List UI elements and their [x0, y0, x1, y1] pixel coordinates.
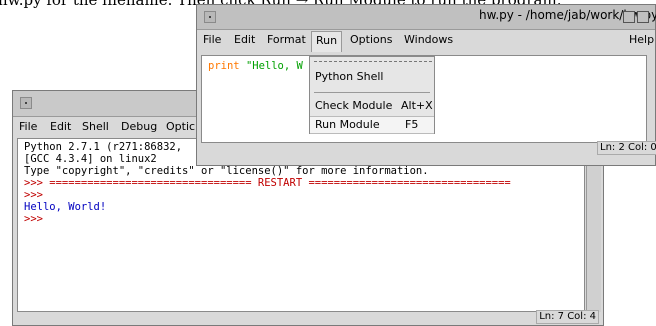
shell-status: Ln: 7 Col: 4	[536, 310, 599, 324]
menu-item-label: Python Shell	[315, 70, 384, 83]
shell-menu-shell[interactable]: Shell	[82, 120, 109, 133]
editor-menu-help[interactable]: Help	[629, 33, 654, 46]
editor-menu-options[interactable]: Options	[350, 33, 392, 46]
menu-item-accelerator: F5	[405, 118, 419, 131]
shell-menu-file[interactable]: File	[19, 120, 37, 133]
menu-separator	[314, 92, 430, 93]
shell-line: >>>	[24, 213, 43, 225]
menu-item-accelerator: Alt+X	[401, 99, 433, 112]
minimize-icon[interactable]	[623, 11, 635, 23]
shell-line: >>>	[24, 189, 43, 201]
maximize-icon[interactable]	[637, 11, 649, 23]
shell-line: Hello, World!	[24, 201, 107, 213]
editor-menubar: File Edit Format Run Options Windows Hel…	[197, 29, 655, 52]
string-literal: "Hello, W	[245, 60, 303, 72]
shell-line: >>> ================================ RES…	[24, 177, 511, 189]
menu-item-run-module[interactable]: Run Module F5	[310, 116, 434, 134]
window-menu-icon[interactable]	[204, 11, 216, 23]
tearoff-line[interactable]	[314, 61, 432, 62]
shell-menu-edit[interactable]: Edit	[50, 120, 71, 133]
editor-menu-run[interactable]: Run	[311, 31, 343, 52]
window-menu-icon[interactable]	[20, 97, 32, 109]
editor-status: Ln: 2 Col: 0	[597, 141, 656, 155]
editor-menu-windows[interactable]: Windows	[404, 33, 453, 46]
window-controls	[623, 11, 651, 30]
menu-item-label: Run Module	[315, 118, 380, 131]
editor-titlebar[interactable]: hw.py - /home/jab/work/hw.py	[197, 5, 656, 30]
editor-code-line: print "Hello, W	[208, 60, 303, 72]
editor-menu-edit[interactable]: Edit	[234, 33, 255, 46]
run-dropdown-menu: Python Shell Check Module Alt+X Run Modu…	[309, 56, 435, 134]
menu-item-check-module[interactable]: Check Module Alt+X	[310, 98, 434, 114]
menu-item-label: Check Module	[315, 99, 393, 112]
keyword-print: print	[208, 60, 240, 72]
shell-line: Type "copyright", "credits" or "license(…	[24, 165, 429, 177]
shell-line: [GCC 4.3.4] on linux2	[24, 153, 157, 165]
editor-menu-format[interactable]: Format	[267, 33, 306, 46]
shell-line: Python 2.7.1 (r271:86832,	[24, 141, 183, 153]
shell-menu-options[interactable]: Optic	[166, 120, 195, 133]
menu-item-python-shell[interactable]: Python Shell	[310, 69, 434, 85]
editor-menu-file[interactable]: File	[203, 33, 221, 46]
shell-menu-debug[interactable]: Debug	[121, 120, 157, 133]
